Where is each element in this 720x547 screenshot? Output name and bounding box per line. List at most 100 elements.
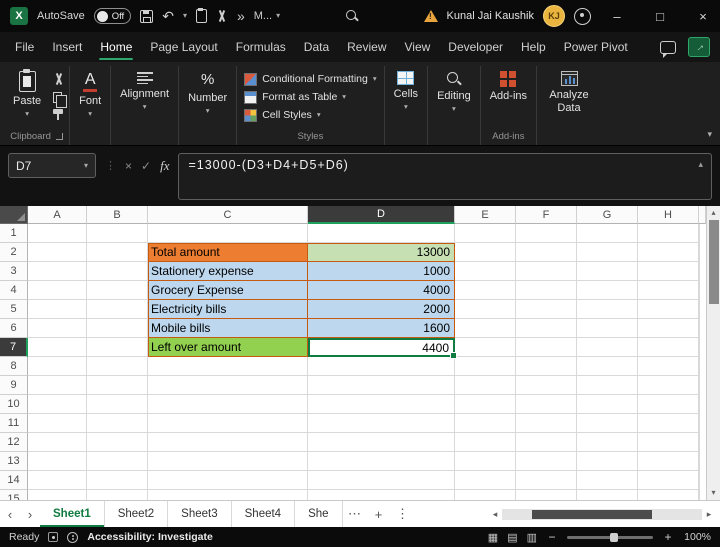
lightbulb-icon[interactable] <box>574 8 591 25</box>
cell-F15[interactable] <box>516 490 577 500</box>
cancel-entry-icon[interactable]: × <box>125 159 132 173</box>
cell-H7[interactable] <box>638 338 699 357</box>
cell-A3[interactable] <box>28 262 87 281</box>
cell-H12[interactable] <box>638 433 699 452</box>
cell-A13[interactable] <box>28 452 87 471</box>
zoom-level[interactable]: 100% <box>683 531 711 543</box>
scroll-right-icon[interactable]: ▸ <box>702 509 716 520</box>
cell-B6[interactable] <box>87 319 148 338</box>
cell-G9[interactable] <box>577 376 638 395</box>
cell-F6[interactable] <box>516 319 577 338</box>
paste-button[interactable]: Paste ▾ <box>8 66 46 118</box>
cell-D11[interactable] <box>308 414 455 433</box>
column-header-G[interactable]: G <box>577 206 638 224</box>
collapse-ribbon-icon[interactable]: ▾ <box>707 129 712 140</box>
sheet-tab-sheet3[interactable]: Sheet3 <box>168 501 231 527</box>
cell-F10[interactable] <box>516 395 577 414</box>
cell-E13[interactable] <box>455 452 516 471</box>
cell-A9[interactable] <box>28 376 87 395</box>
menu-tab-insert[interactable]: Insert <box>43 32 91 62</box>
cell-H11[interactable] <box>638 414 699 433</box>
horizontal-scrollbar[interactable]: ◂ ▸ <box>488 501 720 527</box>
cell-F3[interactable] <box>516 262 577 281</box>
cell-D9[interactable] <box>308 376 455 395</box>
cell-H3[interactable] <box>638 262 699 281</box>
cell-H5[interactable] <box>638 300 699 319</box>
cell-A5[interactable] <box>28 300 87 319</box>
cell-E14[interactable] <box>455 471 516 490</box>
cell-H4[interactable] <box>638 281 699 300</box>
column-header-E[interactable]: E <box>455 206 516 224</box>
sheet-tab-sheet2[interactable]: Sheet2 <box>105 501 168 527</box>
horizontal-scrollbar-track[interactable] <box>502 509 702 520</box>
user-name[interactable]: Kunal Jai Kaushik <box>447 10 534 22</box>
cell-C2[interactable]: Total amount <box>148 243 308 262</box>
cell-A10[interactable] <box>28 395 87 414</box>
zoom-out-button[interactable]: − <box>546 530 558 544</box>
cell-F9[interactable] <box>516 376 577 395</box>
cell-C13[interactable] <box>148 452 308 471</box>
zoom-slider-knob[interactable] <box>610 533 618 542</box>
cell-H15[interactable] <box>638 490 699 500</box>
cell-A6[interactable] <box>28 319 87 338</box>
autosave-toggle[interactable]: Off <box>94 8 132 24</box>
row-header-8[interactable]: 8 <box>0 357 28 376</box>
cell-D4[interactable]: 4000 <box>308 281 455 300</box>
menu-tab-formulas[interactable]: Formulas <box>227 32 295 62</box>
cell-H14[interactable] <box>638 471 699 490</box>
vertical-scrollbar-thumb[interactable] <box>709 220 719 304</box>
cell-G11[interactable] <box>577 414 638 433</box>
confirm-entry-icon[interactable]: ✓ <box>141 159 151 173</box>
cell-C5[interactable]: Electricity bills <box>148 300 308 319</box>
cell-E10[interactable] <box>455 395 516 414</box>
cell-B2[interactable] <box>87 243 148 262</box>
undo-icon[interactable]: ↶ <box>162 9 174 23</box>
sheet-options-icon[interactable]: ⋮ <box>391 501 415 527</box>
cell-F5[interactable] <box>516 300 577 319</box>
sheet-tab-sheet1[interactable]: Sheet1 <box>40 501 105 527</box>
row-header-5[interactable]: 5 <box>0 300 28 319</box>
number-button[interactable]: % Number ▾ <box>183 66 232 115</box>
menu-tab-file[interactable]: File <box>6 32 43 62</box>
prev-sheet-icon[interactable]: ‹ <box>0 501 20 527</box>
menu-tab-help[interactable]: Help <box>512 32 555 62</box>
cell-F7[interactable] <box>516 338 577 357</box>
cell-G1[interactable] <box>577 224 638 243</box>
menu-tab-home[interactable]: Home <box>91 32 141 62</box>
cell-H10[interactable] <box>638 395 699 414</box>
row-header-6[interactable]: 6 <box>0 319 28 338</box>
cell-F12[interactable] <box>516 433 577 452</box>
cell-D1[interactable] <box>308 224 455 243</box>
cell-G2[interactable] <box>577 243 638 262</box>
zoom-in-button[interactable]: + <box>662 530 674 544</box>
column-header-F[interactable]: F <box>516 206 577 224</box>
conditional-formatting-button[interactable]: Conditional Formatting ▾ <box>241 70 379 88</box>
cell-F13[interactable] <box>516 452 577 471</box>
cell-G7[interactable] <box>577 338 638 357</box>
user-avatar[interactable]: KJ <box>543 5 565 27</box>
menu-tab-view[interactable]: View <box>396 32 440 62</box>
share-button[interactable]: → <box>688 37 710 57</box>
cell-H2[interactable] <box>638 243 699 262</box>
column-header-B[interactable]: B <box>87 206 148 224</box>
cells-button[interactable]: Cells ▾ <box>389 66 423 111</box>
menu-tab-page-layout[interactable]: Page Layout <box>141 32 226 62</box>
cell-C10[interactable] <box>148 395 308 414</box>
analyze-data-button[interactable]: Analyze Data <box>541 66 597 114</box>
row-header-12[interactable]: 12 <box>0 433 28 452</box>
cell-C15[interactable] <box>148 490 308 500</box>
copy-icon[interactable] <box>53 92 62 103</box>
scroll-down-icon[interactable]: ▾ <box>711 486 715 500</box>
cell-B5[interactable] <box>87 300 148 319</box>
cell-D2[interactable]: 13000 <box>308 243 455 262</box>
cell-G4[interactable] <box>577 281 638 300</box>
sheet-tab-sheet4[interactable]: Sheet4 <box>232 501 295 527</box>
cell-D3[interactable]: 1000 <box>308 262 455 281</box>
cell-B15[interactable] <box>87 490 148 500</box>
cell-H13[interactable] <box>638 452 699 471</box>
format-painter-icon[interactable] <box>53 109 63 114</box>
menu-tab-review[interactable]: Review <box>338 32 395 62</box>
minimize-button[interactable]: – <box>600 0 634 32</box>
save-icon[interactable] <box>140 10 153 23</box>
cell-E15[interactable] <box>455 490 516 500</box>
